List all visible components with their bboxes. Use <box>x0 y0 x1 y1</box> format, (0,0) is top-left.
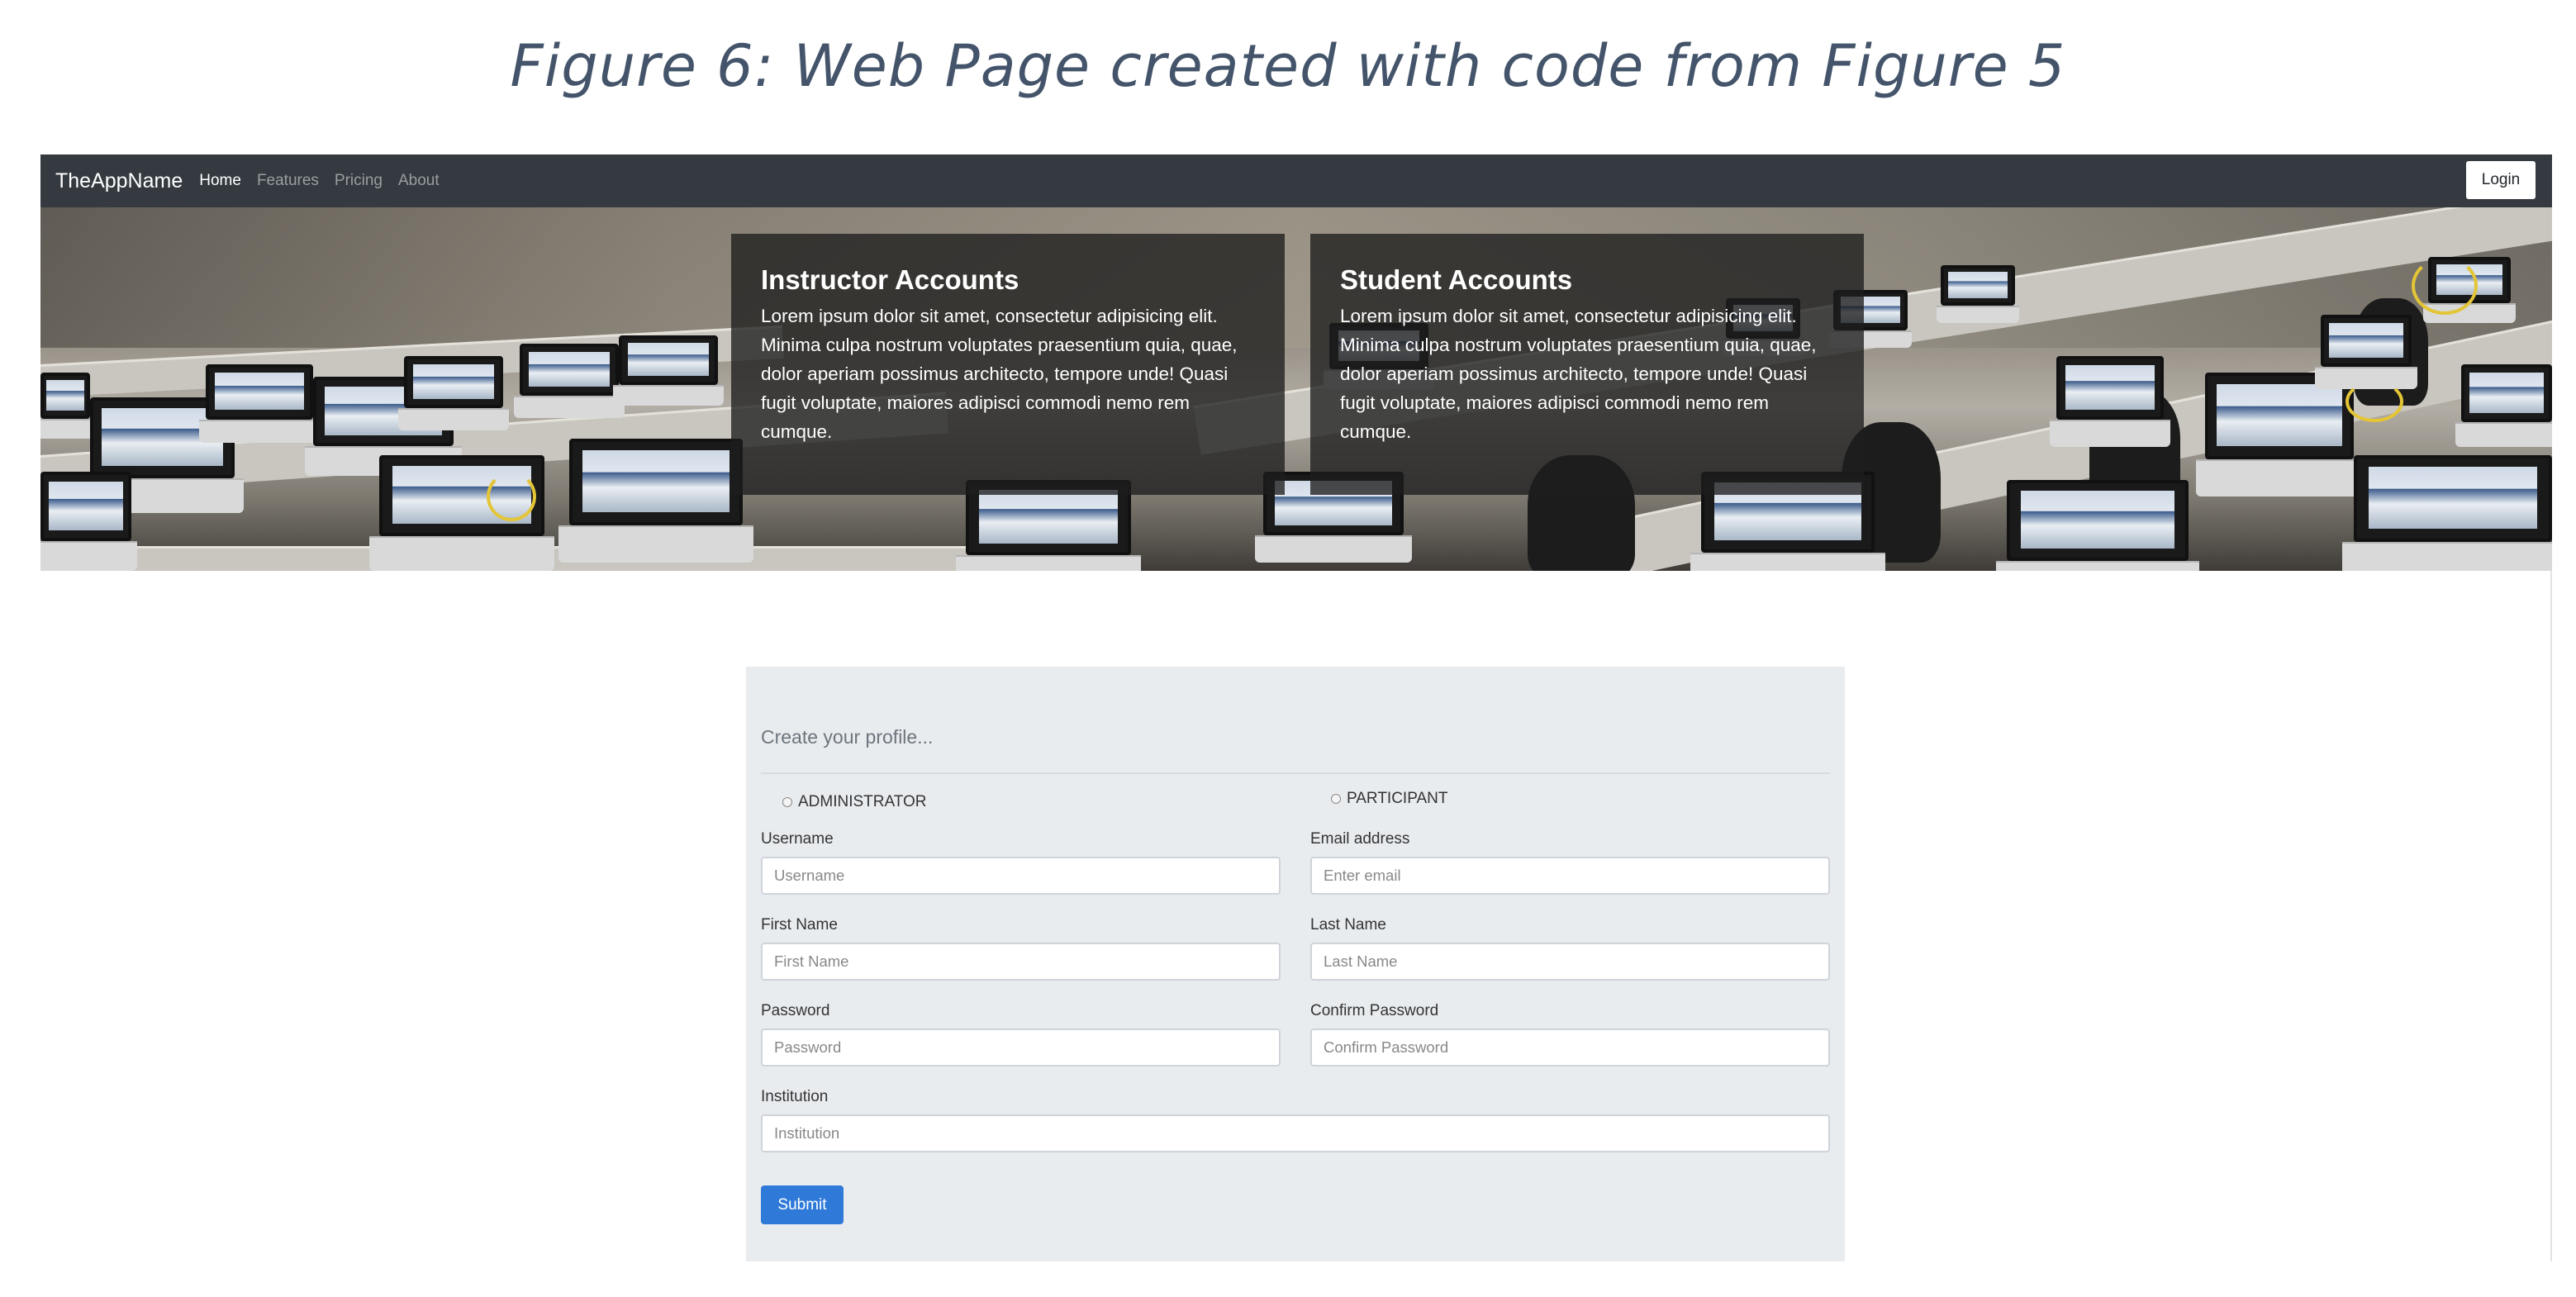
confirm-password-input[interactable]: Confirm Password <box>1310 1029 1830 1067</box>
radio-button-icon[interactable] <box>1331 794 1341 804</box>
nav-link-home[interactable]: Home <box>199 172 241 190</box>
first-name-label: First Name <box>761 916 838 934</box>
radio-button-icon[interactable] <box>782 797 792 807</box>
nav-link-about[interactable]: About <box>398 172 440 190</box>
profile-form: Create your profile... ADMINISTRATOR PAR… <box>746 667 1845 1261</box>
form-divider <box>761 772 1830 774</box>
webpage-screenshot: TheAppName Home Features Pricing About L… <box>40 154 2552 1261</box>
password-label: Password <box>761 1002 830 1019</box>
figure-caption: Figure 6: Web Page created with code fro… <box>510 32 2066 100</box>
nav-link-pricing[interactable]: Pricing <box>335 172 383 190</box>
role-radio-administrator[interactable]: ADMINISTRATOR <box>782 793 927 811</box>
radio-label-administrator: ADMINISTRATOR <box>798 793 927 810</box>
radio-label-participant: PARTICIPANT <box>1347 790 1448 807</box>
email-label: Email address <box>1310 830 1410 848</box>
instructor-accounts-card: Instructor Accounts Lorem ipsum dolor si… <box>731 234 1285 495</box>
nav-link-features[interactable]: Features <box>257 172 319 190</box>
submit-button[interactable]: Submit <box>761 1185 844 1224</box>
instructor-accounts-title: Instructor Accounts <box>761 264 1019 295</box>
student-accounts-card: Student Accounts Lorem ipsum dolor sit a… <box>1310 234 1864 495</box>
brand-logo[interactable]: TheAppName <box>55 169 183 193</box>
first-name-input[interactable]: First Name <box>761 943 1281 981</box>
login-button[interactable]: Login <box>2466 161 2536 199</box>
email-input[interactable]: Enter email <box>1310 857 1830 895</box>
username-label: Username <box>761 830 834 848</box>
instructor-accounts-text: Lorem ipsum dolor sit amet, consectetur … <box>761 306 1238 442</box>
institution-label: Institution <box>761 1088 829 1105</box>
institution-input[interactable]: Institution <box>761 1114 1830 1152</box>
last-name-input[interactable]: Last Name <box>1310 943 1830 981</box>
hero-banner: Instructor Accounts Lorem ipsum dolor si… <box>40 207 2552 571</box>
form-lead-text: Create your profile... <box>761 726 934 748</box>
role-radio-participant[interactable]: PARTICIPANT <box>1331 790 1447 808</box>
last-name-label: Last Name <box>1310 916 1386 934</box>
password-input[interactable]: Password <box>761 1029 1281 1067</box>
student-accounts-text: Lorem ipsum dolor sit amet, consectetur … <box>1340 306 1817 442</box>
confirm-password-label: Confirm Password <box>1310 1002 1439 1019</box>
student-accounts-title: Student Accounts <box>1340 264 1573 295</box>
username-input[interactable]: Username <box>761 857 1281 895</box>
navbar: TheAppName Home Features Pricing About L… <box>40 154 2552 207</box>
